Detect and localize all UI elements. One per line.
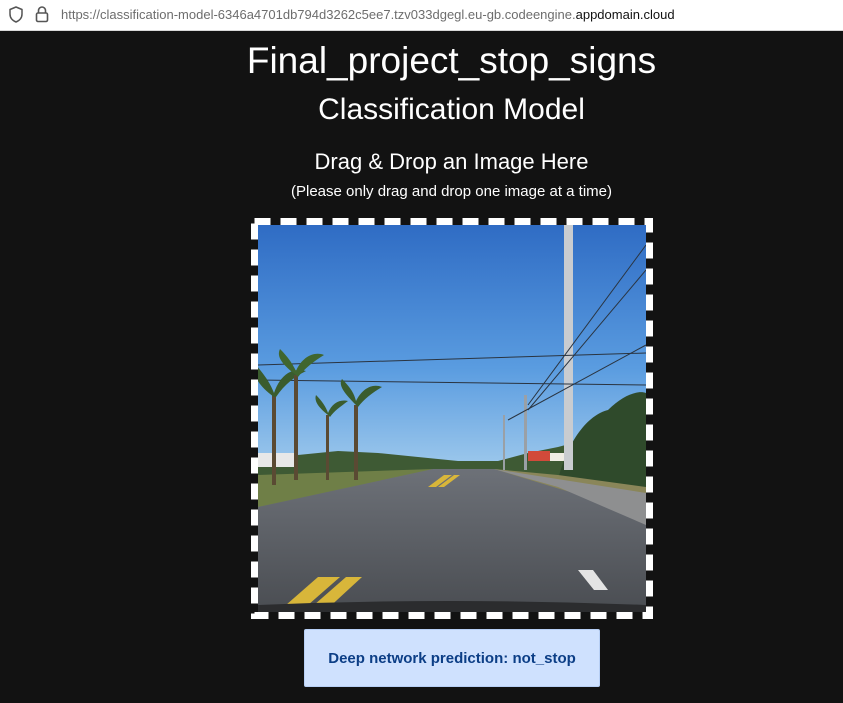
address-bar[interactable]: https://classification-model-6346a4701db… (0, 0, 843, 31)
image-dropzone[interactable] (251, 218, 653, 619)
uploaded-image (258, 225, 646, 612)
page-title: Final_project_stop_signs (246, 40, 657, 81)
prediction-value: not_stop (512, 649, 576, 667)
lock-icon[interactable] (35, 5, 49, 23)
url-prefix: https://classification-model-6346a4701db… (61, 7, 576, 22)
prediction-result: Deep network prediction: not_stop (304, 629, 600, 687)
shield-icon[interactable] (9, 6, 23, 23)
url-domain: appdomain.cloud (575, 7, 675, 22)
drop-instructions: (Please only drag and drop one image at … (290, 183, 613, 200)
page-subtitle: Classification Model (318, 93, 585, 126)
drop-heading: Drag & Drop an Image Here (314, 149, 589, 174)
url-text[interactable]: https://classification-model-6346a4701db… (61, 6, 675, 23)
prediction-label: Deep network prediction: (328, 649, 509, 667)
